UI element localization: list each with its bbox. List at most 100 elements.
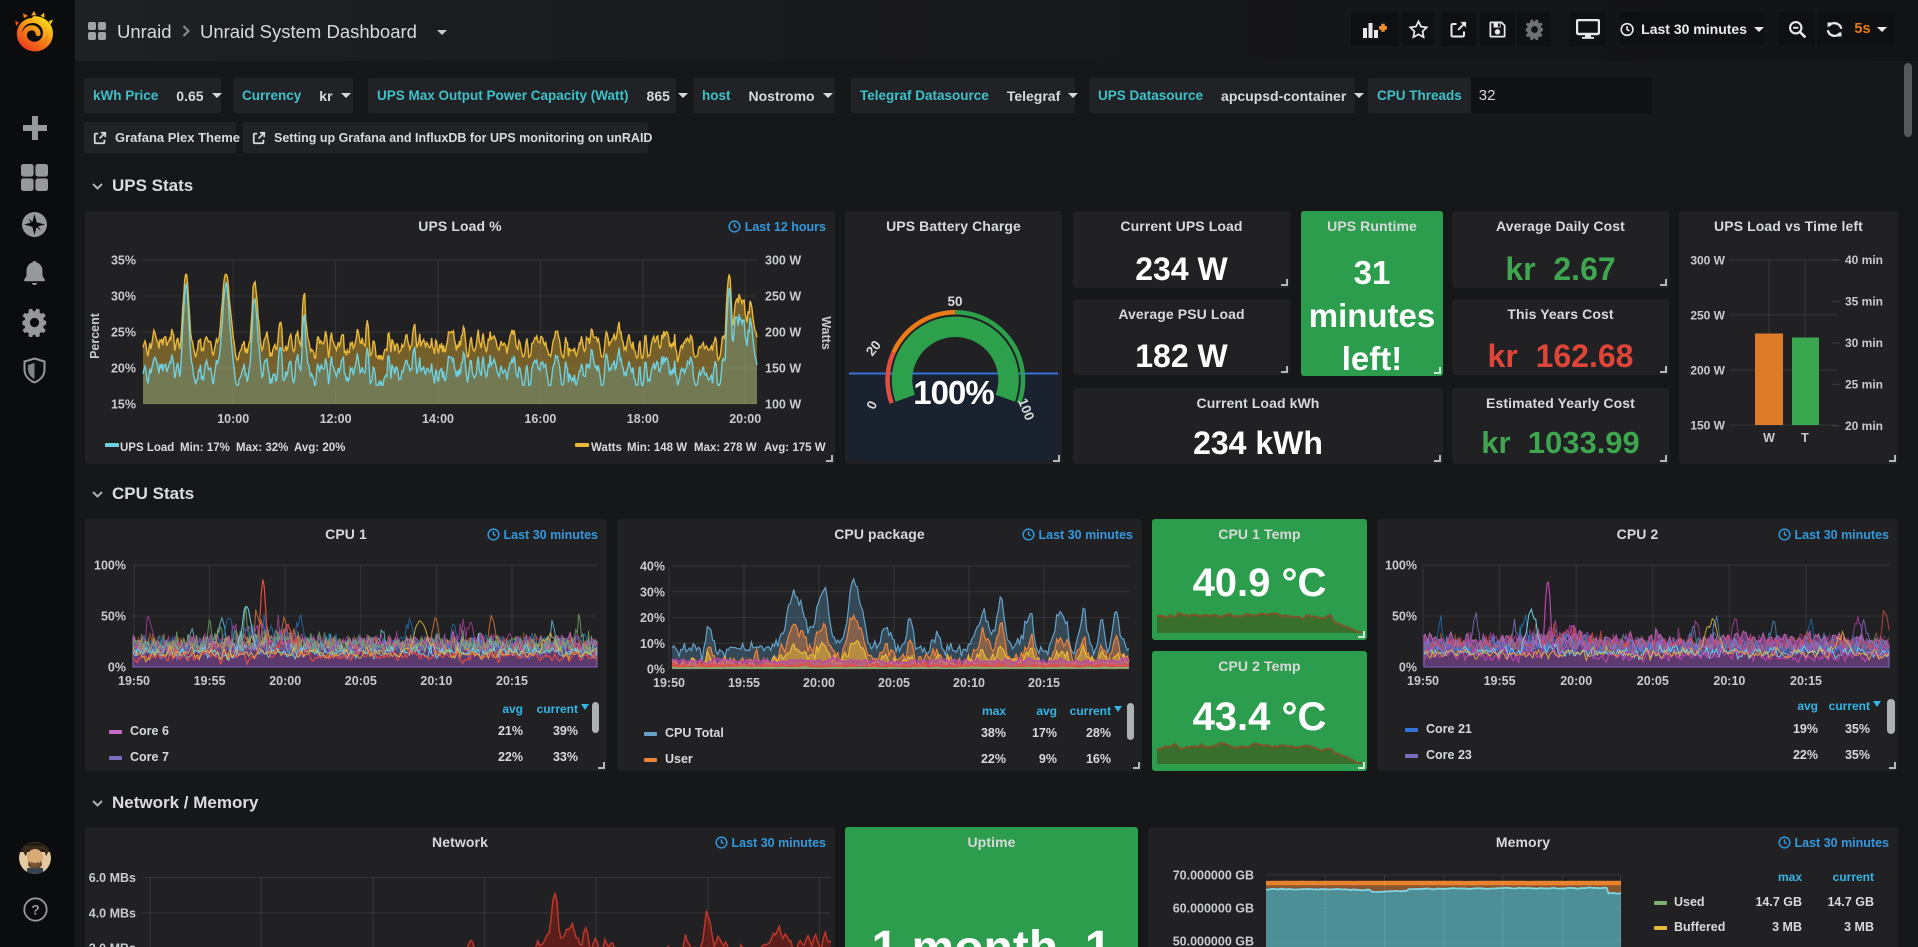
svg-text:30%: 30% [111,290,136,304]
svg-text:max: max [982,704,1006,718]
svg-text:20:15: 20:15 [496,674,528,688]
svg-text:35 min: 35 min [1845,295,1883,309]
svg-text:16%: 16% [1086,752,1111,766]
svg-text:Percent: Percent [88,312,102,359]
svg-text:Avg: 20%: Avg: 20% [294,442,345,454]
svg-text:Core 7: Core 7 [130,750,169,764]
svg-text:current: current [537,702,578,716]
svg-text:10:00: 10:00 [217,412,249,426]
svg-text:Max: 32%: Max: 32% [236,442,288,454]
svg-text:20:05: 20:05 [1637,674,1669,688]
svg-text:300 W: 300 W [1690,254,1725,268]
svg-text:14:00: 14:00 [422,412,454,426]
svg-text:22%: 22% [981,752,1006,766]
svg-text:20%: 20% [640,611,665,625]
svg-text:max: max [1778,870,1802,884]
svg-text:25 min: 25 min [1845,378,1883,392]
svg-text:20 min: 20 min [1845,419,1883,433]
svg-text:20:00: 20:00 [729,412,761,426]
svg-text:avg: avg [502,702,523,716]
svg-text:Watts: Watts [591,442,622,454]
svg-text:35%: 35% [1845,748,1870,762]
svg-text:250 W: 250 W [765,290,801,304]
svg-text:10%: 10% [640,637,665,651]
svg-text:19:55: 19:55 [728,676,760,690]
svg-text:19:50: 19:50 [1407,674,1439,688]
svg-text:17%: 17% [1032,726,1057,740]
svg-text:current: current [1829,699,1870,713]
svg-text:20:10: 20:10 [420,674,452,688]
svg-text:20:00: 20:00 [1560,674,1592,688]
svg-text:150 W: 150 W [1690,419,1725,433]
svg-text:14.7 GB: 14.7 GB [1827,895,1874,909]
svg-text:20:15: 20:15 [1790,674,1822,688]
svg-text:40%: 40% [640,560,665,574]
svg-text:50%: 50% [101,610,126,624]
svg-text:12:00: 12:00 [320,412,352,426]
svg-text:3 MB: 3 MB [1844,920,1874,934]
svg-text:current: current [1070,704,1111,718]
svg-text:15%: 15% [111,398,136,412]
svg-text:35%: 35% [1845,722,1870,736]
svg-text:19%: 19% [1793,722,1818,736]
svg-text:35%: 35% [111,254,136,268]
svg-text:Watts: Watts [819,316,833,350]
svg-text:W: W [1763,431,1775,445]
svg-text:avg: avg [1797,699,1818,713]
svg-text:Core 21: Core 21 [1426,722,1472,736]
svg-text:0%: 0% [108,661,126,675]
svg-text:Min: 148 W: Min: 148 W [627,442,687,454]
svg-text:50: 50 [947,294,962,309]
svg-text:20:10: 20:10 [953,676,985,690]
svg-text:38%: 38% [981,726,1006,740]
svg-text:250 W: 250 W [1690,309,1725,323]
svg-text:40 min: 40 min [1845,253,1883,267]
svg-text:28%: 28% [1086,726,1111,740]
svg-text:0%: 0% [1399,661,1417,675]
svg-text:19:55: 19:55 [1484,674,1516,688]
svg-text:50.000000 GB: 50.000000 GB [1173,935,1254,947]
svg-text:150 W: 150 W [765,362,801,376]
svg-text:100 W: 100 W [765,398,801,412]
svg-text:20:00: 20:00 [269,674,301,688]
svg-text:20:05: 20:05 [878,676,910,690]
svg-text:current: current [1833,870,1874,884]
svg-text:Buffered: Buffered [1674,920,1725,934]
svg-text:70.000000 GB: 70.000000 GB [1173,869,1254,883]
svg-text:16:00: 16:00 [524,412,556,426]
svg-text:UPS Load: UPS Load [120,442,174,454]
svg-text:100%: 100% [94,559,126,573]
svg-text:19:50: 19:50 [118,674,150,688]
svg-text:Core 6: Core 6 [130,724,169,738]
svg-text:6.0 MBs: 6.0 MBs [89,871,136,885]
svg-text:20:15: 20:15 [1028,676,1060,690]
svg-text:T: T [1801,431,1809,445]
svg-text:60.000000 GB: 60.000000 GB [1173,902,1254,916]
svg-text:200 W: 200 W [1690,364,1725,378]
svg-text:14.7 GB: 14.7 GB [1755,895,1802,909]
svg-text:4.0 MBs: 4.0 MBs [89,906,136,920]
svg-text:100%: 100% [1385,559,1417,573]
svg-text:9%: 9% [1039,752,1057,766]
svg-text:18:00: 18:00 [627,412,659,426]
svg-text:Used: Used [1674,895,1705,909]
svg-text:User: User [665,752,693,766]
svg-text:0%: 0% [647,663,665,677]
svg-text:?: ? [31,902,40,918]
svg-text:22%: 22% [498,750,523,764]
svg-text:20:00: 20:00 [803,676,835,690]
svg-text:39%: 39% [553,724,578,738]
svg-text:300 W: 300 W [765,254,801,268]
svg-text:22%: 22% [1793,748,1818,762]
svg-text:avg: avg [1036,704,1057,718]
svg-text:19:50: 19:50 [653,676,685,690]
svg-text:30%: 30% [640,585,665,599]
svg-text:20%: 20% [111,362,136,376]
svg-text:Max: 278 W: Max: 278 W [694,442,757,454]
svg-text:Avg: 175 W: Avg: 175 W [764,442,826,454]
svg-text:2.0 MBs: 2.0 MBs [89,942,136,947]
svg-text:25%: 25% [111,326,136,340]
svg-text:19:55: 19:55 [194,674,226,688]
svg-text:Core 23: Core 23 [1426,748,1472,762]
svg-text:20:05: 20:05 [345,674,377,688]
